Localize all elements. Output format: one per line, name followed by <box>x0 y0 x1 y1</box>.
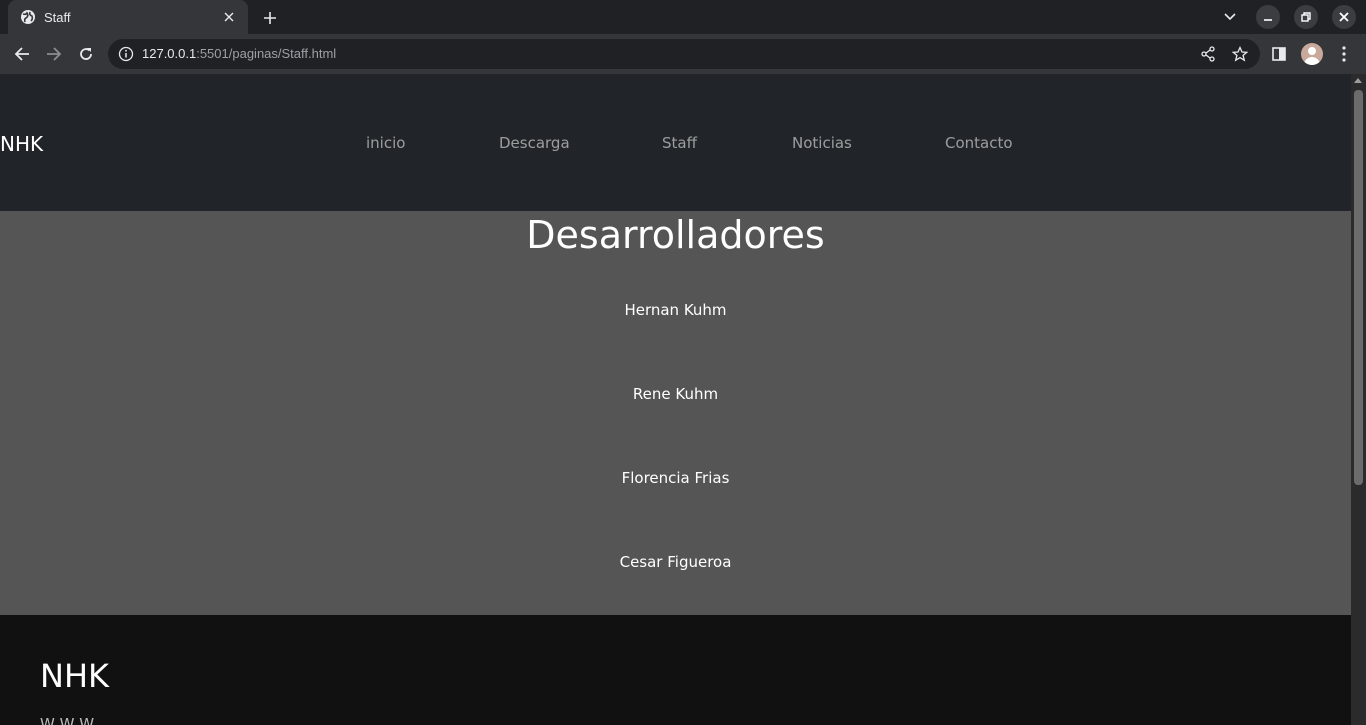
developer-name: Rene Kuhm <box>632 385 719 403</box>
tab-close-icon[interactable] <box>220 8 238 26</box>
nav-link-contacto[interactable]: Contacto <box>945 134 1013 152</box>
developer-name: Cesar Figueroa <box>619 553 732 571</box>
nav-link-staff[interactable]: Staff <box>662 134 697 152</box>
site-info-icon[interactable] <box>118 46 134 62</box>
tab-staff[interactable]: Staff <box>8 0 248 34</box>
minimize-icon[interactable] <box>1256 5 1280 29</box>
site-footer: NHK W W W <box>0 615 1351 725</box>
address-bar[interactable]: 127.0.0.1:5501/paginas/Staff.html <box>108 39 1260 69</box>
scroll-up-arrow-icon[interactable] <box>1354 78 1362 83</box>
url-host: 127.0.0.1 <box>142 46 197 61</box>
tab-title: Staff <box>44 9 71 25</box>
site-brand[interactable]: NHK <box>0 132 43 156</box>
tab-search-chevron-down-icon[interactable] <box>1218 5 1242 29</box>
side-panel-icon[interactable] <box>1267 42 1291 66</box>
reload-icon[interactable] <box>74 42 98 66</box>
browser-toolbar: 127.0.0.1:5501/paginas/Staff.html <box>0 34 1366 74</box>
site-header: NHK inicio Descarga Staff Noticias Conta… <box>0 74 1351 211</box>
url-text: 127.0.0.1:5501/paginas/Staff.html <box>142 46 336 61</box>
restore-icon[interactable] <box>1294 5 1318 29</box>
page-title: Desarrolladores <box>526 213 825 257</box>
vertical-scrollbar[interactable] <box>1351 74 1366 725</box>
close-window-icon[interactable] <box>1332 5 1356 29</box>
tab-strip: Staff <box>0 0 1366 34</box>
scrollbar-thumb[interactable] <box>1354 90 1363 485</box>
page-viewport: NHK inicio Descarga Staff Noticias Conta… <box>0 74 1366 725</box>
forward-arrow-icon[interactable] <box>42 42 66 66</box>
nav-link-inicio[interactable]: inicio <box>366 134 405 152</box>
developer-name: Hernan Kuhm <box>624 301 727 319</box>
staff-section: Desarrolladores Hernan Kuhm Rene Kuhm Fl… <box>0 211 1351 615</box>
nav-link-noticias[interactable]: Noticias <box>792 134 852 152</box>
footer-subtext: W W W <box>40 715 95 725</box>
new-tab-plus-icon[interactable] <box>258 6 282 30</box>
globe-icon <box>21 10 35 24</box>
avatar-icon <box>1301 43 1323 65</box>
share-icon[interactable] <box>1200 46 1216 62</box>
back-arrow-icon[interactable] <box>10 42 34 66</box>
footer-brand: NHK <box>40 657 109 695</box>
url-path: :5501/paginas/Staff.html <box>196 46 337 61</box>
profile-avatar[interactable] <box>1300 42 1324 66</box>
developer-name: Florencia Frias <box>621 469 730 487</box>
bookmark-star-icon[interactable] <box>1232 46 1248 62</box>
nav-link-descarga[interactable]: Descarga <box>499 134 570 152</box>
menu-kebab-icon[interactable] <box>1332 42 1356 66</box>
